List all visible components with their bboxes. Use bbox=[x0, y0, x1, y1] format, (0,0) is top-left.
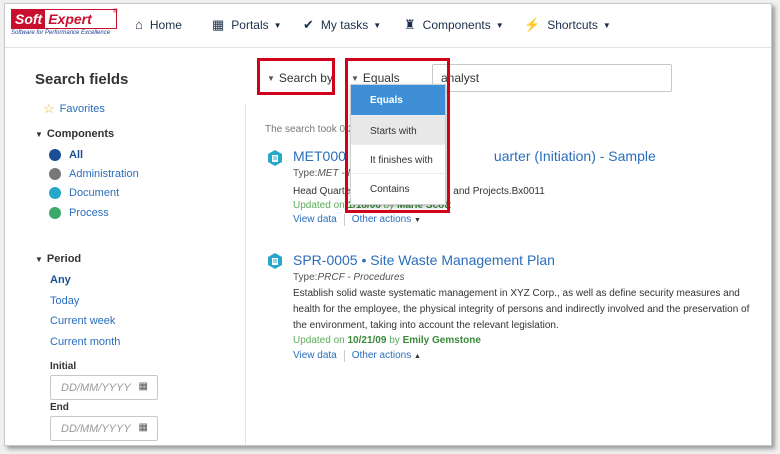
other-actions-label: Other actions bbox=[351, 350, 412, 361]
result-actions: View data Other actions ▼ bbox=[293, 214, 421, 226]
nav-components-label: Components bbox=[422, 18, 491, 32]
caret-up-icon: ▲ bbox=[414, 353, 421, 360]
logo-registered-mark: ® bbox=[113, 9, 118, 15]
favorites-label: Favorites bbox=[59, 103, 105, 115]
updated-user: Emily Gemstone bbox=[402, 335, 481, 346]
link-separator bbox=[343, 214, 345, 226]
favorites-link[interactable]: ☆ Favorites bbox=[43, 101, 105, 117]
component-administration[interactable]: Administration bbox=[49, 168, 139, 180]
caret-down-icon: ▼ bbox=[414, 217, 421, 224]
result-type: Type:PRCF - Procedures bbox=[293, 272, 405, 283]
component-document-label: Document bbox=[69, 187, 120, 199]
result-type-label: Type: bbox=[293, 272, 318, 283]
initial-date-field[interactable]: DD/MM/YYYY ▦ bbox=[50, 375, 158, 400]
end-date-label: End bbox=[50, 402, 69, 413]
link-separator bbox=[343, 350, 345, 362]
administration-icon bbox=[49, 168, 61, 180]
nav-portals[interactable]: ▦ Portals ▼ bbox=[212, 17, 282, 33]
calendar-icon[interactable]: ▦ bbox=[139, 422, 148, 433]
search-input[interactable]: analyst bbox=[432, 64, 672, 92]
document-icon bbox=[268, 150, 282, 166]
updated-prefix: Updated on bbox=[293, 335, 345, 346]
result-desc-start: Head Quarte bbox=[293, 186, 351, 197]
all-components-icon bbox=[49, 149, 61, 161]
component-process-label: Process bbox=[69, 207, 109, 219]
updated-date: 10/21/09 bbox=[347, 335, 387, 346]
period-section-title: Period bbox=[46, 253, 82, 265]
period-today[interactable]: Today bbox=[50, 295, 79, 307]
nav-home-label: Home bbox=[149, 17, 182, 32]
portals-icon: ▦ bbox=[212, 17, 225, 32]
process-icon bbox=[49, 207, 61, 219]
initial-date-label: Initial bbox=[50, 361, 77, 372]
initial-date-placeholder: DD/MM/YYYY bbox=[61, 382, 131, 394]
nav-my-tasks-label: My tasks bbox=[320, 18, 369, 32]
chevron-down-icon: ▼ bbox=[273, 20, 282, 30]
view-data-link[interactable]: View data bbox=[293, 214, 337, 226]
result-updated: Updated on 10/21/09 by Emily Gemstone bbox=[293, 335, 481, 346]
check-icon: ✔ bbox=[303, 17, 314, 32]
nav-shortcuts[interactable]: ⚡ Shortcuts ▼ bbox=[524, 17, 611, 33]
component-administration-label: Administration bbox=[69, 168, 139, 180]
component-document[interactable]: Document bbox=[49, 187, 119, 199]
trophy-icon: ♜ bbox=[404, 17, 416, 32]
softexpert-logo[interactable]: Soft Expert ® Software for Performance E… bbox=[11, 9, 117, 43]
nav-my-tasks[interactable]: ✔ My tasks ▼ bbox=[303, 17, 381, 33]
period-current-week[interactable]: Current week bbox=[50, 315, 115, 327]
chevron-down-icon: ▼ bbox=[495, 20, 504, 30]
caret-down-icon: ▼ bbox=[35, 255, 43, 264]
nav-shortcuts-label: Shortcuts bbox=[547, 18, 598, 32]
result-title-link[interactable]: SPR-0005 • Site Waste Management Plan bbox=[293, 252, 555, 268]
component-process[interactable]: Process bbox=[49, 207, 109, 219]
nav-components[interactable]: ♜ Components ▼ bbox=[404, 17, 504, 33]
caret-down-icon: ▼ bbox=[35, 130, 43, 139]
search-time-text: The search took 0.2 bbox=[265, 124, 354, 135]
result-title-start: MET000 bbox=[293, 148, 346, 164]
other-actions-link[interactable]: Other actions ▲ bbox=[352, 350, 421, 362]
component-all[interactable]: All bbox=[49, 149, 83, 161]
star-icon: ☆ bbox=[43, 101, 55, 116]
home-icon: ⌂ bbox=[135, 17, 143, 32]
result-desc-end: and Projects.Bx0011 bbox=[453, 186, 545, 197]
logo-tagline: Software for Performance Excellence bbox=[11, 30, 111, 36]
result-title-end: uarter (Initiation) - Sample bbox=[493, 148, 656, 164]
components-section-toggle[interactable]: ▼ Components bbox=[35, 128, 114, 140]
result-actions: View data Other actions ▲ bbox=[293, 350, 421, 362]
search-sidebar: Search fields ☆ Favorites ▼ Components Al… bbox=[5, 49, 245, 445]
document-icon bbox=[49, 187, 61, 199]
period-current-month[interactable]: Current month bbox=[50, 336, 120, 348]
end-date-field[interactable]: DD/MM/YYYY ▦ bbox=[50, 416, 158, 441]
component-all-label: All bbox=[69, 149, 84, 161]
result-description: Establish solid waste systematic managem… bbox=[293, 288, 750, 331]
logo-expert-text: Expert bbox=[48, 11, 92, 27]
chevron-down-icon: ▼ bbox=[602, 20, 611, 30]
updated-prefix: Updated on bbox=[293, 200, 345, 211]
document-icon bbox=[268, 253, 282, 269]
result-type-value: PRCF - Procedures bbox=[317, 272, 405, 283]
app-window: Soft Expert ® Software for Performance E… bbox=[4, 3, 772, 446]
calendar-icon[interactable]: ▦ bbox=[139, 381, 148, 392]
result-type-label: Type: bbox=[293, 168, 318, 179]
other-actions-label: Other actions bbox=[351, 214, 412, 225]
view-data-link[interactable]: View data bbox=[293, 350, 337, 362]
search-by-highlight bbox=[257, 58, 335, 95]
content-divider bbox=[245, 104, 246, 445]
end-date-placeholder: DD/MM/YYYY bbox=[61, 423, 131, 435]
nav-portals-label: Portals bbox=[231, 18, 269, 32]
nav-home[interactable]: ⌂ Home bbox=[135, 17, 182, 32]
updated-by: by bbox=[389, 335, 400, 346]
operator-highlight bbox=[345, 58, 450, 213]
period-section-toggle[interactable]: ▼ Period bbox=[35, 253, 81, 265]
logo-soft-text: Soft bbox=[12, 10, 46, 28]
chevron-down-icon: ▼ bbox=[373, 20, 382, 30]
top-navbar: Soft Expert ® Software for Performance E… bbox=[5, 4, 771, 48]
period-any[interactable]: Any bbox=[50, 274, 71, 286]
components-section-title: Components bbox=[46, 128, 115, 140]
other-actions-link[interactable]: Other actions ▼ bbox=[352, 214, 421, 226]
sidebar-title: Search fields bbox=[35, 71, 129, 88]
bolt-icon: ⚡ bbox=[524, 17, 541, 32]
